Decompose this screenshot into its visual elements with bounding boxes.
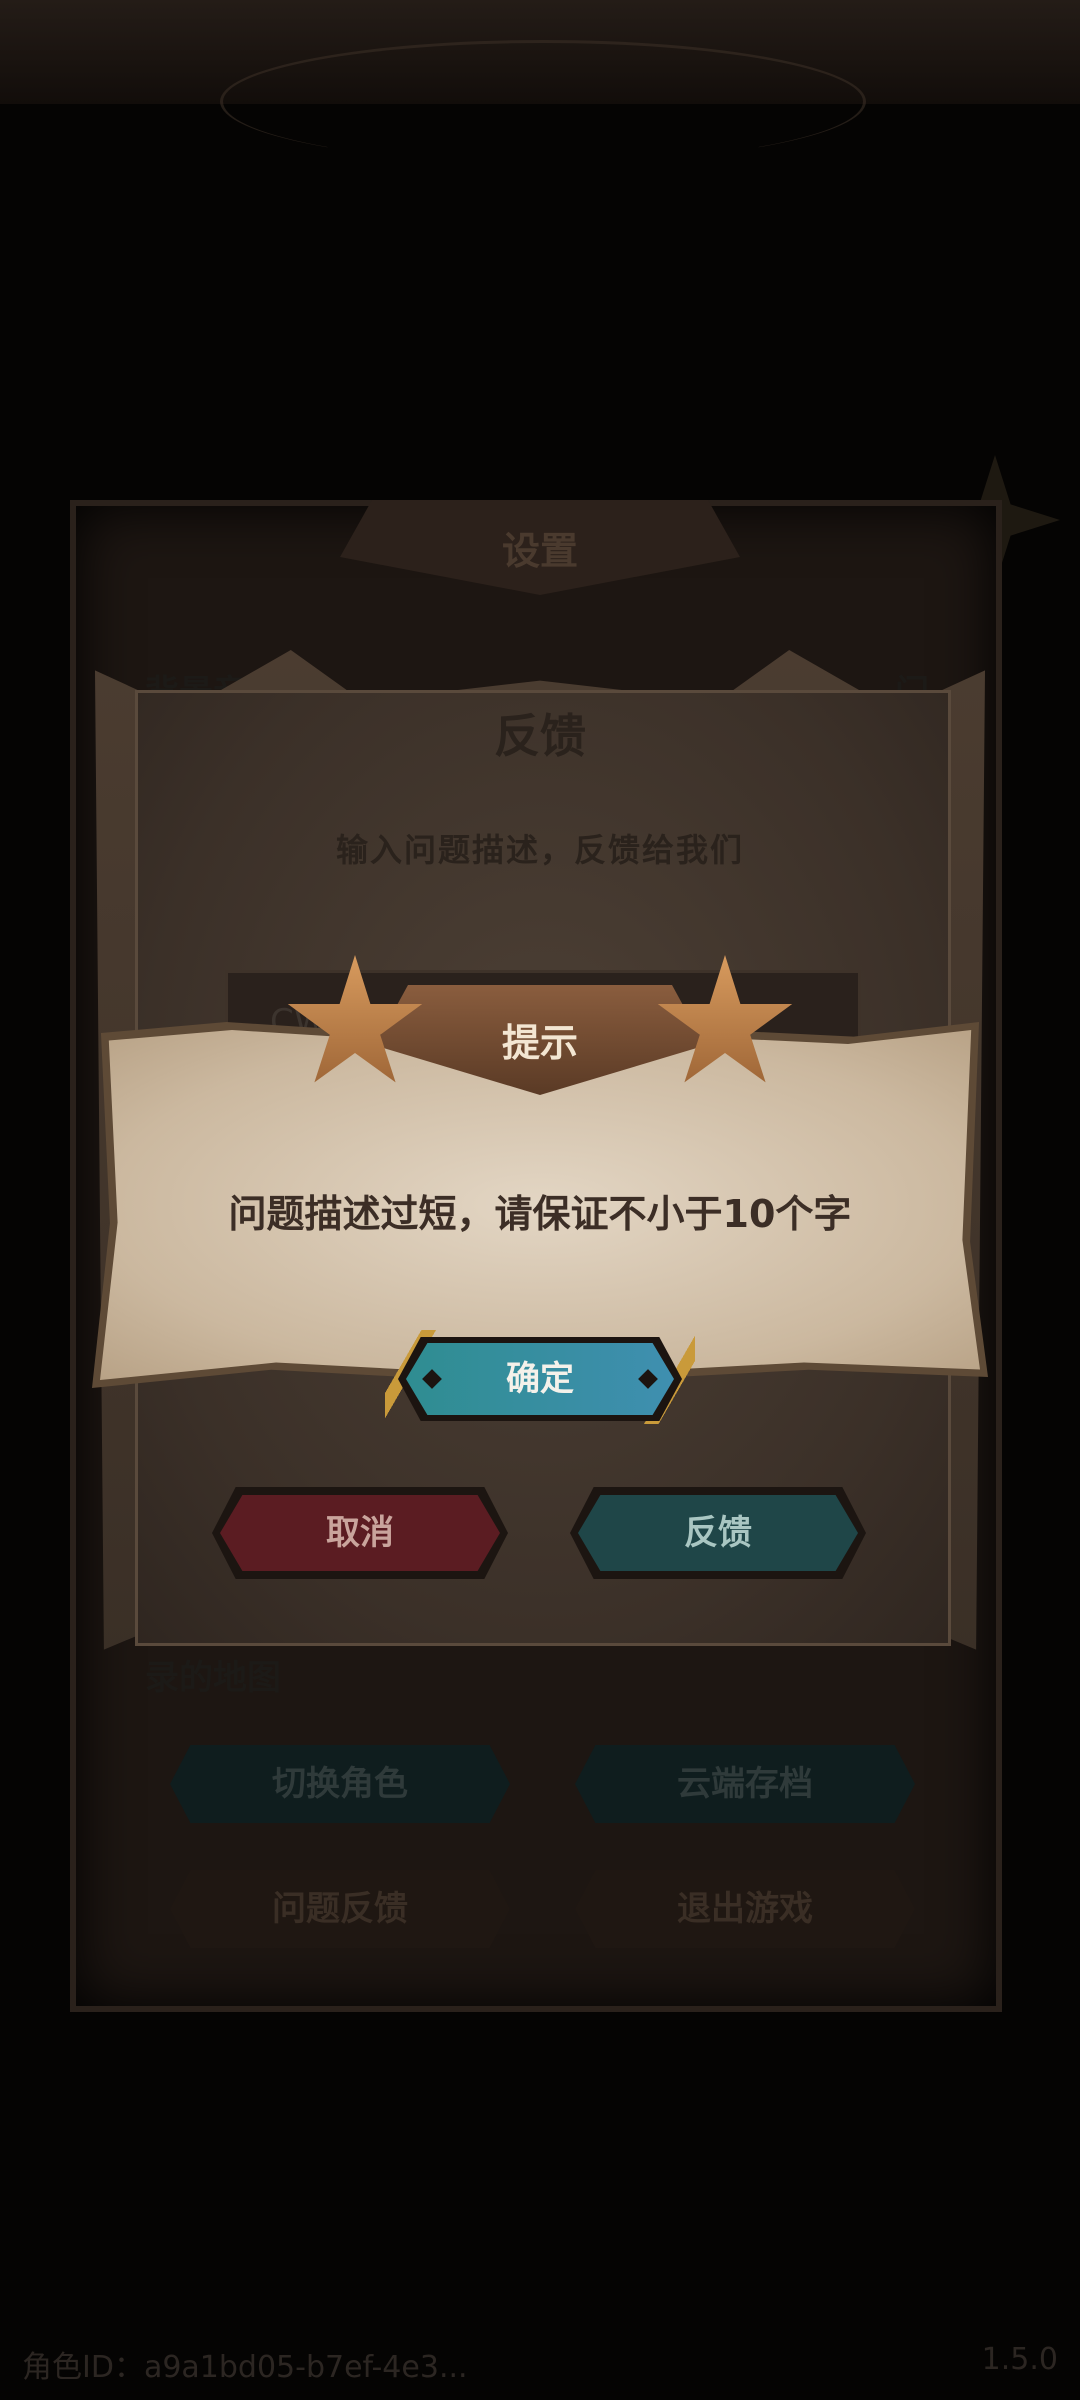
submit-feedback-button[interactable]: 反馈	[578, 1495, 858, 1571]
switch-character-label: 切换角色	[272, 1764, 408, 1804]
switch-character-button[interactable]: 切换角色	[170, 1745, 510, 1823]
settings-row-label-bottom: 录的地图	[145, 1658, 281, 1698]
version-text: 1.5.0	[981, 2342, 1058, 2377]
banner-arc-decoration	[220, 40, 866, 163]
ok-label: 确定	[506, 1359, 574, 1399]
cloud-save-label: 云端存档	[677, 1764, 813, 1804]
role-id-text: 角色ID：a9a1bd05-b7ef-4e3...	[22, 2350, 468, 2385]
settings-title: 设置	[501, 529, 578, 573]
exit-game-button[interactable]: 退出游戏	[575, 1870, 915, 1948]
alert-title: 提示	[501, 1021, 578, 1065]
exit-game-label: 退出游戏	[677, 1889, 813, 1929]
feedback-dialog-title: 反馈	[494, 709, 586, 763]
top-banner	[0, 0, 1080, 163]
issue-feedback-label: 问题反馈	[272, 1889, 408, 1929]
issue-feedback-button[interactable]: 问题反馈	[170, 1870, 510, 1948]
cancel-label: 取消	[326, 1513, 394, 1553]
submit-feedback-label: 反馈	[684, 1513, 752, 1553]
feedback-dialog-subtitle: 输入问题描述，反馈给我们	[335, 831, 744, 869]
cancel-button[interactable]: 取消	[220, 1495, 500, 1571]
cloud-save-button[interactable]: 云端存档	[575, 1745, 915, 1823]
ok-button[interactable]: 确定	[406, 1343, 674, 1415]
alert-message: 问题描述过短，请保证不小于10个字	[228, 1192, 852, 1236]
